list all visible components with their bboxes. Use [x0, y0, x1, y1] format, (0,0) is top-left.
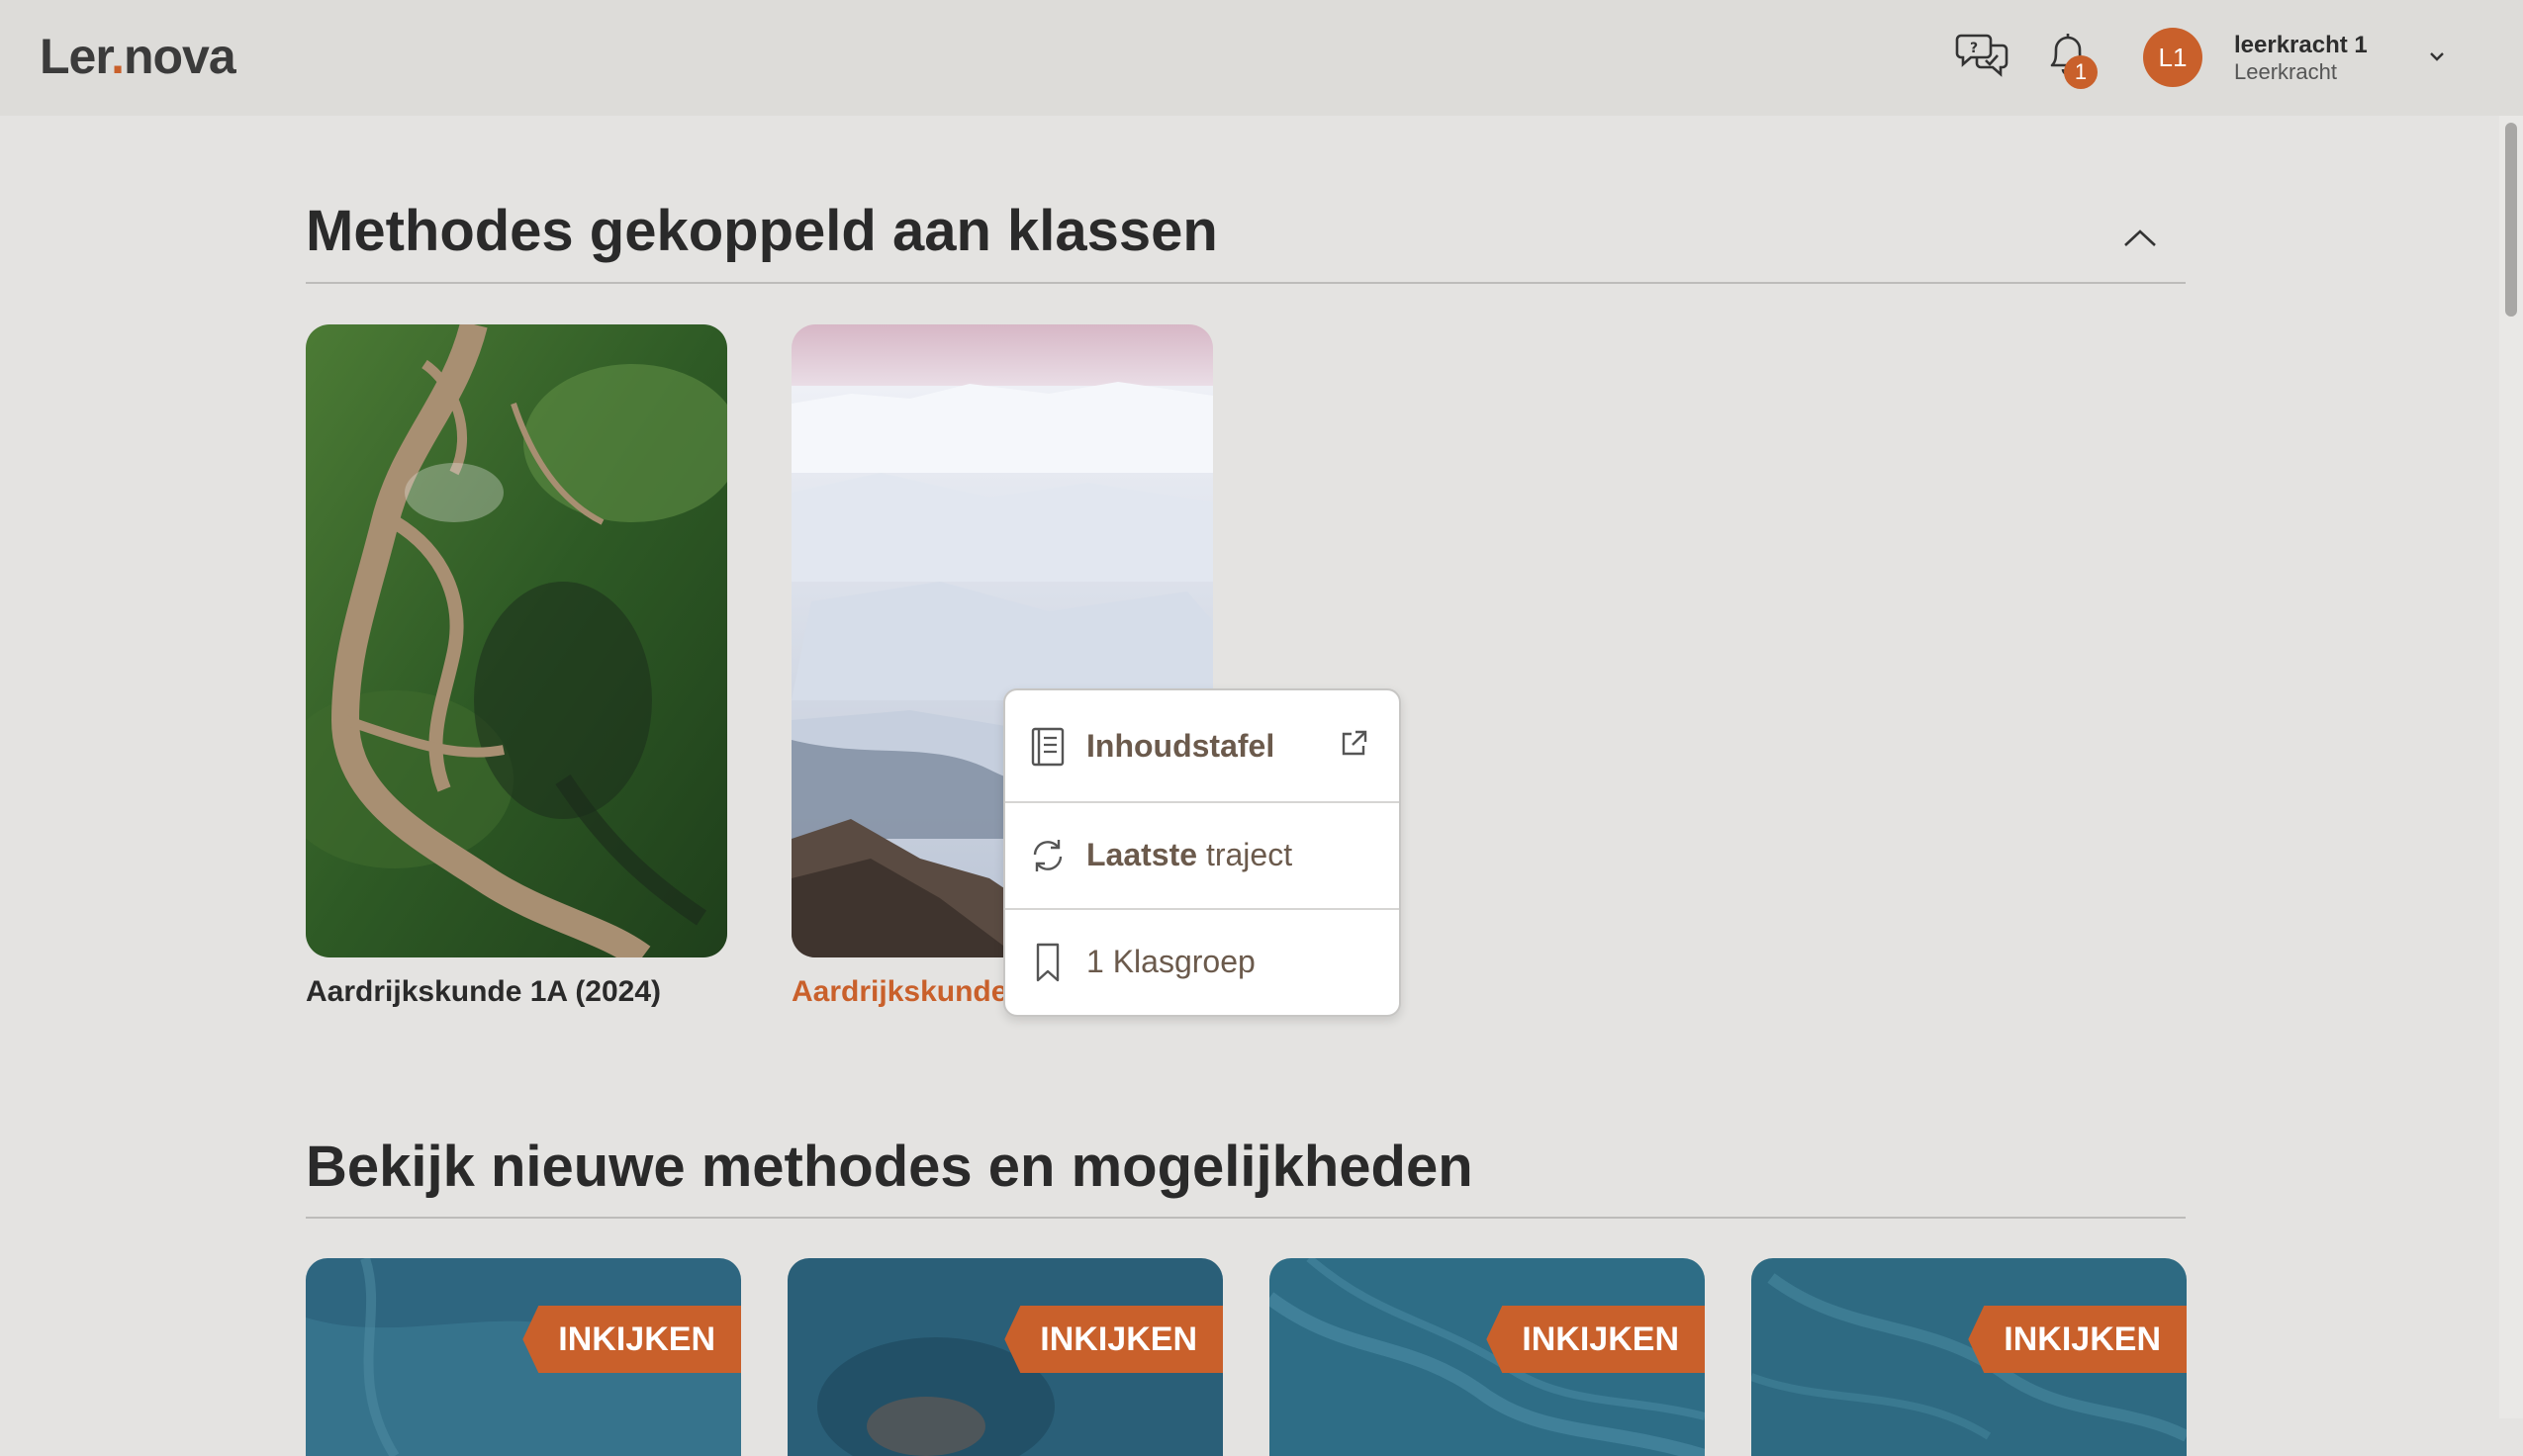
promo-card[interactable]: INKIJKEN: [1269, 1258, 1705, 1456]
avatar[interactable]: L1: [2143, 28, 2202, 87]
section-title-new: Bekijk nieuwe methodes en mogelijkheden: [306, 1135, 1473, 1199]
book-title-1[interactable]: Aardrijkskunde 1A (2024): [306, 975, 661, 1009]
svg-text:?: ?: [1970, 41, 1978, 56]
book-context-menu: Inhoudstafel Laatste traject 1 Klasgroep: [1003, 688, 1401, 1017]
notification-badge: 1: [2064, 55, 2098, 89]
promo-card[interactable]: INKIJKEN: [306, 1258, 741, 1456]
chevron-up-icon[interactable]: [2117, 218, 2163, 257]
inkijken-badge[interactable]: INKIJKEN: [1004, 1306, 1223, 1373]
section-divider: [306, 282, 2186, 284]
section-divider: [306, 1217, 2186, 1219]
chat-icon[interactable]: ?: [1955, 28, 2010, 83]
inkijken-badge[interactable]: INKIJKEN: [522, 1306, 741, 1373]
bookmark-icon: [1036, 943, 1060, 982]
lernova-logo[interactable]: Ler.nova: [40, 28, 236, 85]
refresh-icon: [1033, 840, 1063, 871]
user-name[interactable]: leerkracht 1: [2234, 32, 2368, 59]
chevron-down-icon[interactable]: [2422, 42, 2452, 71]
book-icon: [1031, 727, 1065, 767]
external-link-icon: [1342, 730, 1367, 756]
top-bar: Ler.nova ? 1 L1 leerkracht 1 Leerkracht: [0, 0, 2523, 116]
menu-label-klasgroep: 1 Klasgroep: [1086, 944, 1256, 979]
menu-item-klasgroep[interactable]: 1 Klasgroep: [1005, 910, 1399, 1015]
promo-card[interactable]: INKIJKEN: [1751, 1258, 2187, 1456]
book-title-2[interactable]: Aardrijkskunde: [792, 975, 1007, 1009]
menu-label-inhoudstafel: Inhoudstafel: [1086, 728, 1275, 764]
menu-item-inhoudstafel[interactable]: Inhoudstafel: [1005, 690, 1399, 803]
section-title-linked: Methodes gekoppeld aan klassen: [306, 199, 1218, 263]
inkijken-badge[interactable]: INKIJKEN: [1486, 1306, 1705, 1373]
inkijken-badge[interactable]: INKIJKEN: [1968, 1306, 2187, 1373]
menu-label-laatste-traject: Laatste traject: [1086, 837, 1293, 872]
menu-item-laatste-traject[interactable]: Laatste traject: [1005, 803, 1399, 910]
book-cover-aardrijkskunde-1a[interactable]: [306, 324, 727, 957]
promo-card[interactable]: INKIJKEN: [788, 1258, 1223, 1456]
user-role: Leerkracht: [2234, 59, 2337, 84]
scrollbar-thumb[interactable]: [2505, 123, 2517, 317]
